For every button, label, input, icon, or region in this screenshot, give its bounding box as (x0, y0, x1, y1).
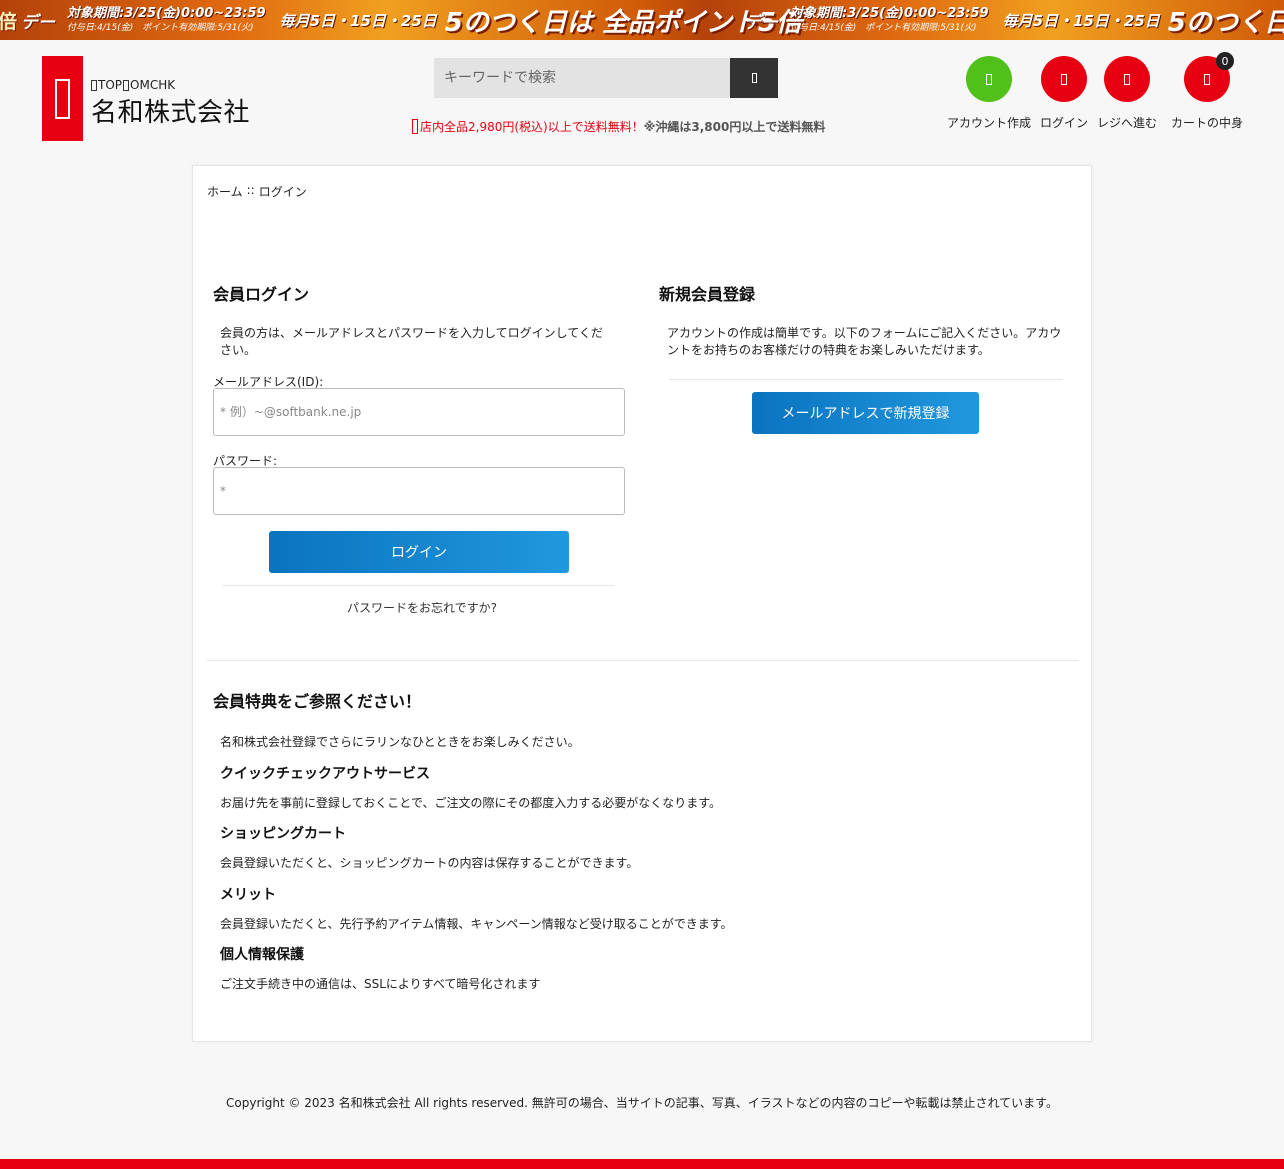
promo-headline: 5のつく日は 全品 (1167, 7, 1284, 38)
site-title[interactable]: 名和株式会社 (91, 92, 250, 129)
footer-bar (0, 1159, 1284, 1169)
promo-banner[interactable]: 倍 デー 対象期間:3/25(金)0:00~23:59 付与日:4/15(金) … (0, 0, 1284, 40)
benefit-text: 会員登録いただくと、先行予約アイテム情報、キャンペーン情報など受け取ることができ… (220, 917, 733, 931)
account-create-icon[interactable] (966, 56, 1012, 102)
breadcrumb: ホーム :: ログイン (207, 183, 307, 200)
benefit-text: お届け先を事前に登録しておくことで、ご注文の際にその都度入力する必要がなくなりま… (220, 796, 722, 810)
promo-period: 対象期間:3/25(金)0:00~23:59 付与日:4/15(金) ポイント有… (67, 6, 266, 34)
cart-glyph-icon (1204, 73, 1210, 85)
benefit-title: クイックチェックアウトサービス (220, 766, 430, 782)
benefit-title: 個人情報保護 (220, 947, 304, 963)
benefits-intro: 名和株式会社登録でさらにラリンなひとときをお楽しみください。 (220, 735, 580, 749)
login-button[interactable]: ログイン (269, 531, 569, 573)
breadcrumb-current: ログイン (258, 185, 307, 199)
register-heading: 新規会員登録 (659, 285, 756, 304)
logo-icon (55, 78, 70, 119)
search-icon (751, 73, 757, 83)
promo-period-main: 対象期間:3/25(金)0:00~23:59 (67, 6, 266, 21)
breadcrumb-home[interactable]: ホーム (207, 183, 243, 200)
search-input[interactable] (434, 58, 730, 98)
separator-icon (123, 79, 130, 91)
lock-icon (1061, 73, 1067, 85)
promo-period-sub: 付与日:4/15(金) ポイント有効期限:5/31(火) (67, 23, 254, 33)
benefit-text: ご注文手続き中の通信は、SSLによりすべて暗号化されます (220, 977, 541, 991)
account-create-label[interactable]: アカウント作成 (947, 114, 1031, 131)
main-content: ホーム :: ログイン 会員ログイン 会員の方は、メールアドレスとパスワードを入… (192, 165, 1092, 1042)
promo-period: 対象期間:3/25(金)0:00~23:59 付与日:4/15(金) ポイント有… (790, 6, 989, 34)
login-label[interactable]: ログイン (1040, 114, 1088, 131)
shipping-notice-okinawa: ※沖縄は3,800円以上で送料無料 (643, 120, 826, 134)
home-icon (91, 79, 97, 91)
promo-segment: デー 対象期間:3/25(金)0:00~23:59 付与日:4/15(金) ポイ… (740, 0, 1284, 40)
search-button[interactable] (730, 58, 778, 98)
email-field[interactable] (213, 388, 625, 436)
login-icon[interactable] (1041, 56, 1087, 102)
promo-bai: 倍 (0, 10, 18, 33)
benefits-heading: 会員特典をご参照ください！ (213, 692, 422, 711)
promo-segment: 倍 デー 対象期間:3/25(金)0:00~23:59 付与日:4/15(金) … (0, 0, 802, 40)
checkout-icon[interactable] (1104, 56, 1150, 102)
register-email-button[interactable]: メールアドレスで新規登録 (752, 392, 979, 434)
benefit-title: メリット (220, 887, 276, 903)
checkout-label[interactable]: レジへ進む (1097, 114, 1157, 131)
login-intro: 会員の方は、メールアドレスとパスワードを入力してログインしてください。 (220, 326, 603, 357)
shipping-notice-main: 店内全品2,980円(税込)以上で送料無料！ (420, 120, 644, 134)
breadcrumb-separator: :: (246, 183, 255, 197)
promo-days: 毎月5日・15日・25日 (1002, 11, 1160, 30)
register-icon (1124, 73, 1130, 85)
divider (223, 585, 615, 586)
logo-mark[interactable] (42, 56, 83, 141)
promo-day-label: デー (744, 12, 778, 33)
user-plus-icon (986, 73, 992, 85)
forgot-password-link[interactable]: パスワードをお忘れですか? (347, 599, 497, 616)
logo-sub-suffix: OMCHK (130, 78, 176, 92)
promo-period-main: 対象期間:3/25(金)0:00~23:59 (790, 6, 989, 21)
cart-label[interactable]: カートの中身 (1171, 114, 1243, 131)
benefit-text: 会員登録いただくと、ショッピングカートの内容は保存することができます。 (220, 856, 639, 870)
cart-count-badge: 0 (1216, 52, 1234, 70)
register-intro: アカウントの作成は簡単です。以下のフォームにご記入ください。アカウントをお持ちの… (667, 326, 1062, 357)
section-divider (207, 660, 1079, 661)
divider (669, 379, 1063, 380)
login-heading: 会員ログイン (213, 285, 310, 304)
benefit-title: ショッピングカート (220, 826, 346, 842)
password-field[interactable] (213, 467, 625, 515)
promo-day-label: デー (21, 12, 56, 33)
shipping-notice: 店内全品2,980円(税込)以上で送料無料！ ※沖縄は3,800円以上で送料無料 (412, 118, 825, 135)
logo-subtitle: TOP OMCHK (91, 78, 175, 92)
truck-icon (412, 119, 418, 134)
promo-period-sub: 付与日:4/15(金) ポイント有効期限:5/31(火) (790, 23, 977, 33)
copyright: Copyright © 2023 名和株式会社 All rights reser… (226, 1096, 1058, 1110)
promo-days: 毎月5日・15日・25日 (279, 11, 437, 30)
logo-sub-prefix: TOP (98, 78, 123, 92)
